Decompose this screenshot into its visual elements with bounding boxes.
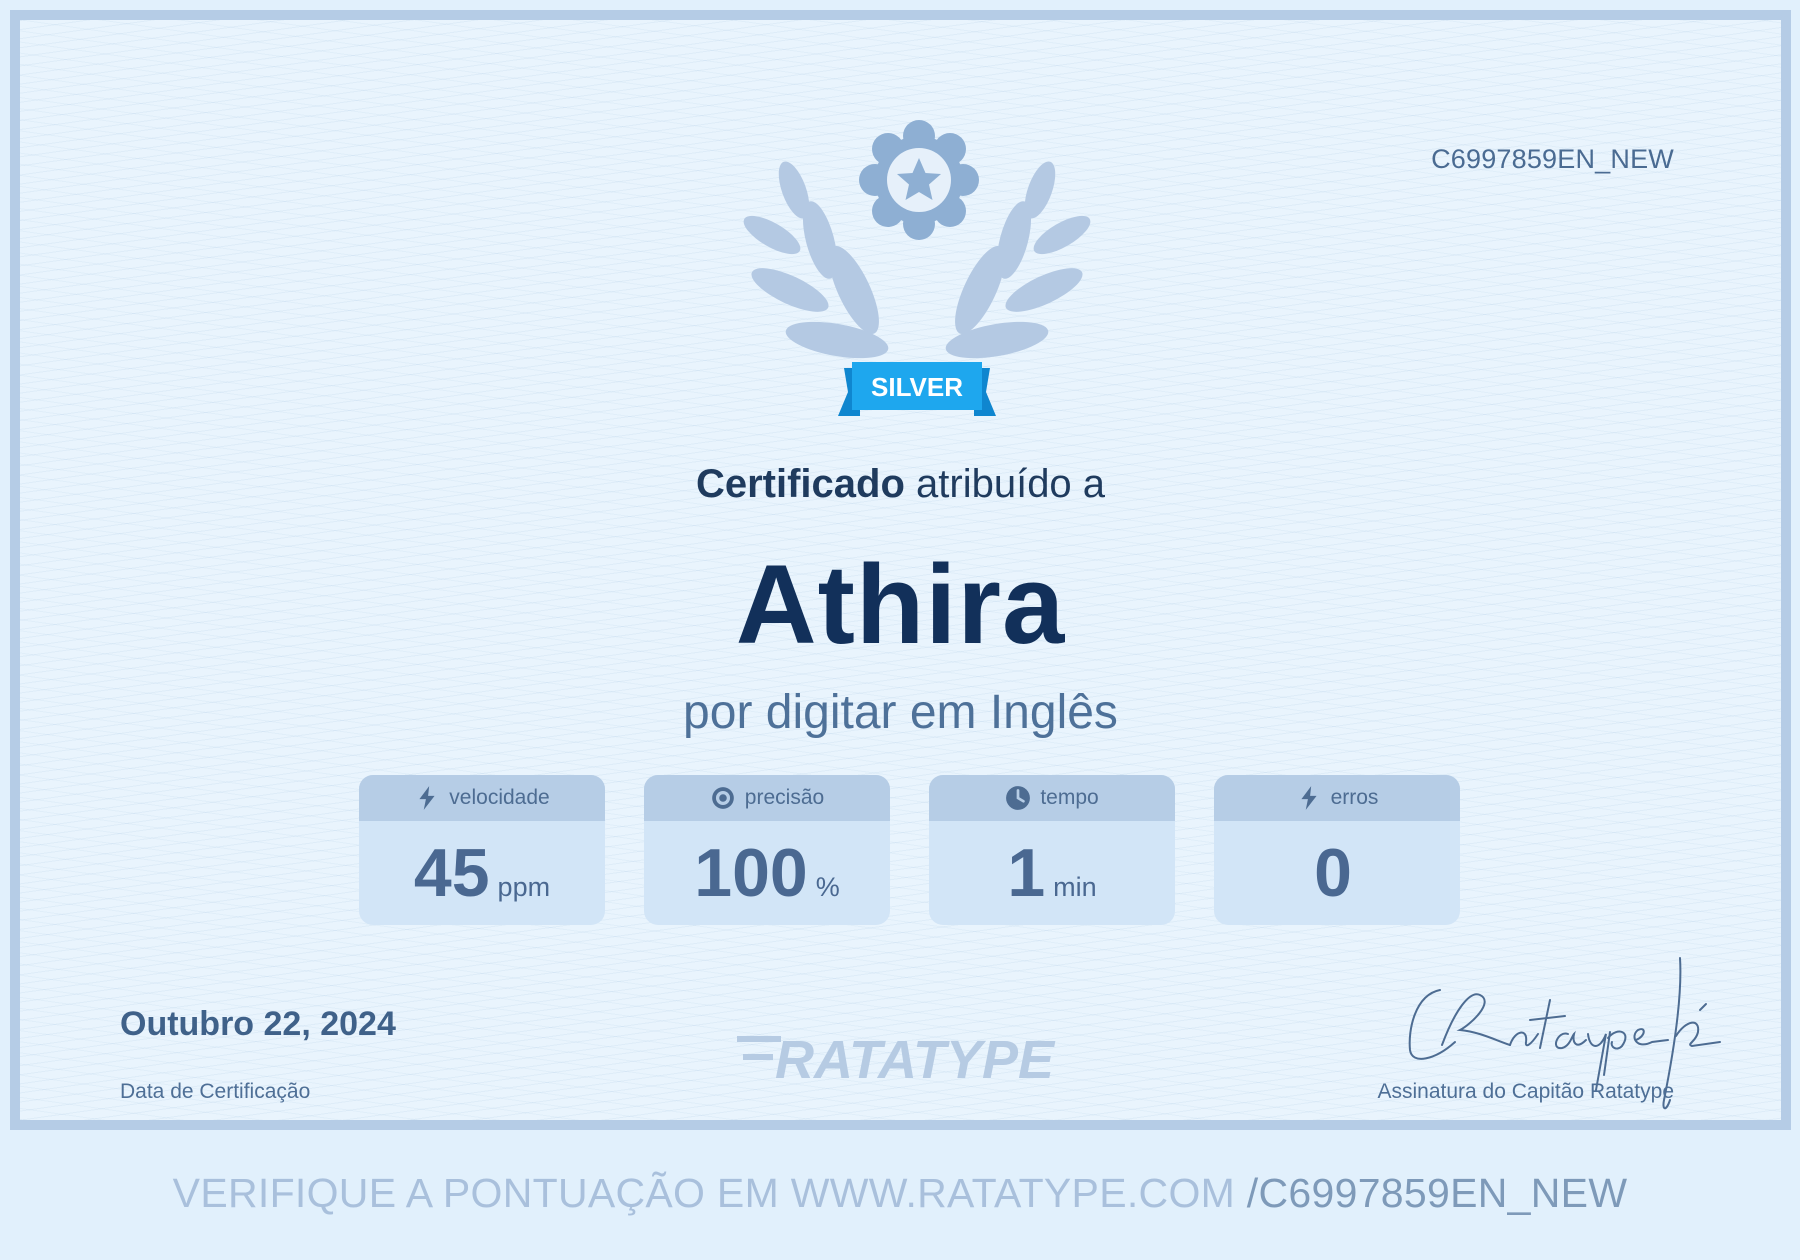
lightning-icon xyxy=(419,786,435,810)
clock-icon xyxy=(1006,786,1031,810)
ratatype-logo: RATATYPE xyxy=(737,1030,1056,1090)
stat-label: tempo xyxy=(1040,786,1099,809)
certificate-heading: Certificado atribuído a xyxy=(20,462,1781,507)
heading-bold: Certificado xyxy=(695,462,905,506)
stat-card-speed: velocidade 45 ppm xyxy=(359,775,605,925)
stat-value: 1 xyxy=(1007,835,1046,911)
stat-card-accuracy: precisão 100 % xyxy=(644,775,890,925)
silver-badge: SILVER xyxy=(838,362,996,416)
target-icon xyxy=(711,787,734,809)
stat-value: 45 xyxy=(413,835,490,911)
logo-text: RATATYPE xyxy=(775,1030,1056,1090)
stats-row: velocidade 45 ppm precisão 100 % tempo 1… xyxy=(359,775,1469,925)
lightning-icon xyxy=(1300,786,1317,810)
stat-label: erros xyxy=(1330,786,1379,809)
certification-date-label: Data de Certificação xyxy=(120,1080,311,1103)
verify-code: /C6997859EN_NEW xyxy=(1246,1170,1628,1216)
silver-laurel-emblem-icon: SILVER xyxy=(743,120,1091,416)
verify-text: VERIFIQUE A PONTUAÇÃO EM WWW.RATATYPE.CO… xyxy=(172,1170,1247,1216)
certificate: C6997859EN_NEW SILVER Certificado atribu… xyxy=(10,10,1791,1130)
stat-value: 0 xyxy=(1314,835,1352,911)
heading-rest: atribuído a xyxy=(916,462,1106,506)
badge-label: SILVER xyxy=(871,372,963,402)
stat-unit: min xyxy=(1053,872,1097,902)
stat-unit: % xyxy=(815,872,840,902)
certification-date: Outubro 22, 2024 xyxy=(120,1005,396,1043)
stat-label: velocidade xyxy=(449,786,550,809)
stat-unit: ppm xyxy=(497,872,551,902)
stat-label: precisão xyxy=(744,786,825,809)
certificate-id: C6997859EN_NEW xyxy=(1431,144,1674,174)
stat-card-time: tempo 1 min xyxy=(929,775,1175,925)
verify-line: VERIFIQUE A PONTUAÇÃO EM WWW.RATATYPE.CO… xyxy=(0,1170,1800,1217)
stat-value: 100 xyxy=(694,835,808,911)
certificate-subtitle: por digitar em Inglês xyxy=(683,686,1118,739)
signature-label: Assinatura do Capitão Ratatype xyxy=(1377,1080,1674,1103)
stat-card-errors: erros 0 xyxy=(1214,775,1460,925)
recipient-name: Athira xyxy=(735,542,1066,667)
